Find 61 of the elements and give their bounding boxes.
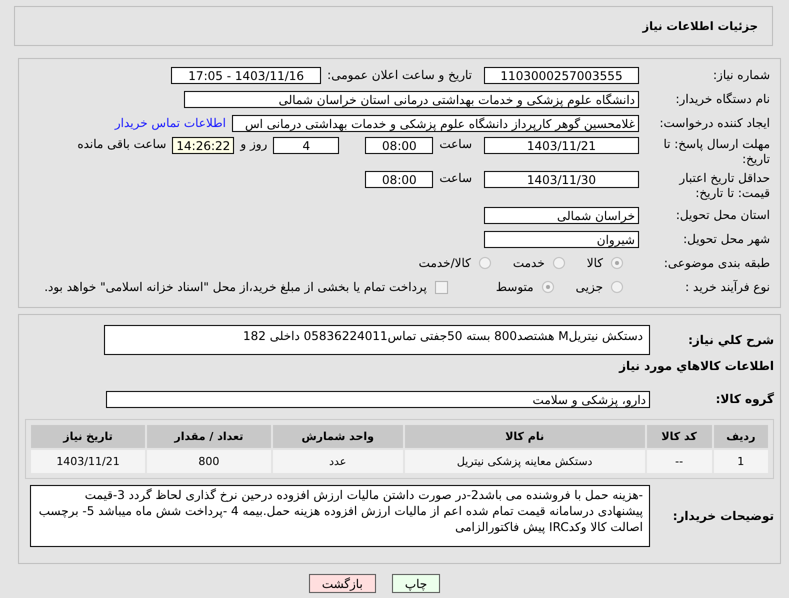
radio-button[interactable]: [542, 281, 554, 293]
field-value: 1403/11/21: [484, 137, 639, 154]
field-value: دارو، پزشکی و سلامت: [106, 390, 650, 408]
field-label: استان محل تحویل:: [674, 208, 770, 222]
field-label: شهر محل تحویل:: [682, 232, 770, 246]
table-cell: عدد: [272, 450, 403, 473]
option-label: کالا: [586, 256, 603, 270]
field-value: 1103000257003555: [484, 66, 639, 84]
field-label: طبقه بندی موضوعی:: [662, 256, 770, 270]
print-button[interactable]: چاپ: [392, 574, 440, 593]
back-button[interactable]: بازگشت: [308, 574, 376, 593]
field-label: شماره نیاز:: [712, 68, 770, 82]
option-label: پرداخت تمام یا بخشی از مبلغ خرید،از محل "اسناد خزانه اسلامی" خواهد بود.: [44, 280, 427, 294]
column-header: کد کالا: [646, 425, 712, 448]
field-label: حداقل تاریخ اعتبار قیمت: تا تاریخ:: [678, 171, 770, 201]
radio-button[interactable]: [611, 257, 623, 269]
field-label: ساعت: [439, 137, 472, 151]
field-value: دانشگاه علوم پزشکی و خدمات بهداشتی درمانی استان خراسان شمالی: [184, 90, 639, 108]
field-label: گروه کالا:: [714, 392, 774, 406]
table-cell: 1403/11/21: [31, 450, 146, 473]
field-label: شرح کلي نياز:: [687, 333, 774, 347]
field-label: توضیحات خریدار:: [672, 509, 774, 523]
field-label: نوع فرآیند خرید :: [684, 280, 770, 294]
notes-field: -هزینه حمل با فروشنده می باشد2-در صورت داشتن مالیات ارزش افزوده درحین نرخ گذاری لحاظ گردد 3-قیمت پیشنهادی درسامانه قیمت تمام شده اعم از مالیات ارزش افزوده هزینه حمل.بیمه 4 -پرداخت شش ماه میباشد 5- برچسب اصالت کالا وکدIRC پیش فاکتورالزامی: [30, 485, 650, 547]
table-cell: 1: [714, 450, 768, 473]
section-title: اطلاعات کالاهاي مورد نياز: [618, 359, 774, 373]
field-value: 1403/11/30: [484, 171, 639, 188]
contact-link[interactable]: اطلاعات تماس خریدار: [114, 116, 226, 130]
field-label: روز و: [240, 137, 268, 151]
table-cell: 800: [147, 450, 271, 473]
option-label: کالا/خدمت: [418, 256, 471, 270]
page-title: جزئیات اطلاعات نیاز: [642, 19, 758, 33]
field-value: غلامحسین گوهر کارپرداز دانشگاه علوم پزشکی و خدمات بهداشتی درمانی اس: [232, 114, 639, 132]
field-value: 1403/11/16 - 17:05: [171, 66, 322, 84]
table-cell: دستکش معاینه پزشکی نیتریل: [404, 450, 645, 473]
field-value: 4: [273, 137, 340, 154]
countdown-value: 14:26:22: [172, 137, 234, 154]
field-label: ساعت باقی مانده: [77, 137, 166, 151]
option-label: جزیی: [576, 280, 603, 294]
field-value: 08:00: [365, 137, 434, 154]
radio-button[interactable]: [478, 257, 491, 269]
field-label: مهلت ارسال پاسخ: تا تاریخ:: [662, 137, 770, 167]
field-label: نام دستگاه خریدار:: [674, 92, 770, 106]
field-value: شیروان: [484, 230, 639, 248]
option-label: متوسط: [496, 280, 534, 294]
field-label: ساعت: [439, 171, 472, 185]
table-cell: --: [646, 450, 712, 473]
column-header: تاریخ نیاز: [31, 425, 146, 448]
column-header: واحد شمارش: [272, 425, 403, 448]
field-label: ایجاد کننده درخواست:: [658, 116, 770, 130]
column-header: ردیف: [714, 425, 768, 448]
field-label: تاریخ و ساعت اعلان عمومی:: [327, 68, 472, 82]
column-header: نام کالا: [404, 425, 645, 448]
radio-button[interactable]: [611, 281, 623, 293]
description-field: دستکش نیتریلM هشتصد800 بسته 50جفتی تماس05836224011 داخلی 182: [104, 325, 650, 355]
option-label: خدمت: [512, 256, 545, 270]
column-header: تعداد / مقدار: [147, 425, 271, 448]
field-value: 08:00: [365, 171, 434, 188]
checkbox[interactable]: [434, 280, 448, 294]
radio-button[interactable]: [552, 257, 565, 269]
field-value: خراسان شمالی: [484, 206, 639, 224]
